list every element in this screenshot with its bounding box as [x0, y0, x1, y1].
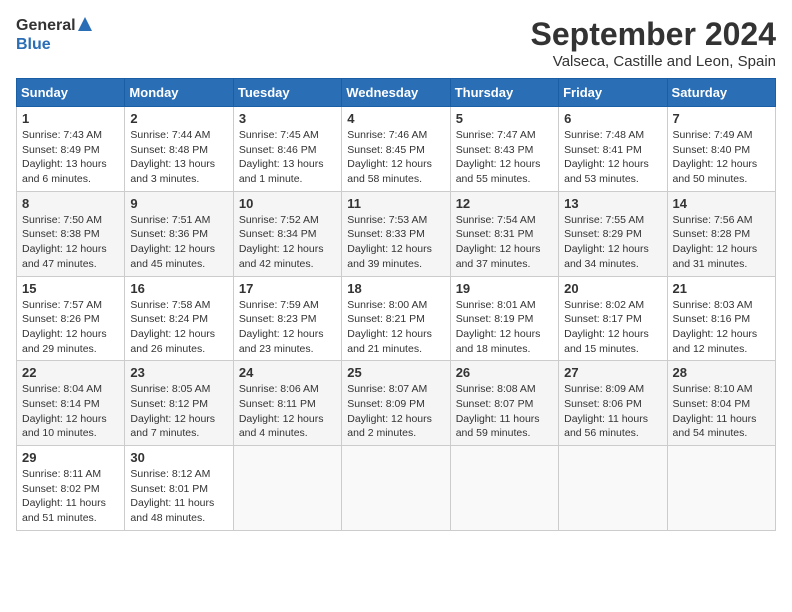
- day-cell-23: 23 Sunrise: 8:05 AMSunset: 8:12 PMDaylig…: [125, 361, 233, 446]
- day-cell-27: 27 Sunrise: 8:09 AMSunset: 8:06 PMDaylig…: [559, 361, 667, 446]
- day-cell-empty-5: [667, 446, 775, 531]
- day-cell-10: 10 Sunrise: 7:52 AMSunset: 8:34 PMDaylig…: [233, 191, 341, 276]
- week-row-1: 1 Sunrise: 7:43 AMSunset: 8:49 PMDayligh…: [17, 107, 776, 192]
- header-thursday: Thursday: [450, 79, 558, 107]
- day-cell-19: 19 Sunrise: 8:01 AMSunset: 8:19 PMDaylig…: [450, 276, 558, 361]
- day-cell-11: 11 Sunrise: 7:53 AMSunset: 8:33 PMDaylig…: [342, 191, 450, 276]
- day-cell-20: 20 Sunrise: 8:02 AMSunset: 8:17 PMDaylig…: [559, 276, 667, 361]
- week-row-3: 15 Sunrise: 7:57 AMSunset: 8:26 PMDaylig…: [17, 276, 776, 361]
- day-cell-5: 5 Sunrise: 7:47 AMSunset: 8:43 PMDayligh…: [450, 107, 558, 192]
- page-title: September 2024: [531, 16, 776, 53]
- week-row-5: 29 Sunrise: 8:11 AMSunset: 8:02 PMDaylig…: [17, 446, 776, 531]
- day-cell-2: 2 Sunrise: 7:44 AMSunset: 8:48 PMDayligh…: [125, 107, 233, 192]
- day-cell-12: 12 Sunrise: 7:54 AMSunset: 8:31 PMDaylig…: [450, 191, 558, 276]
- day-cell-25: 25 Sunrise: 8:07 AMSunset: 8:09 PMDaylig…: [342, 361, 450, 446]
- page-subtitle: Valseca, Castille and Leon, Spain: [531, 53, 776, 70]
- day-cell-24: 24 Sunrise: 8:06 AMSunset: 8:11 PMDaylig…: [233, 361, 341, 446]
- day-cell-7: 7 Sunrise: 7:49 AMSunset: 8:40 PMDayligh…: [667, 107, 775, 192]
- header-wednesday: Wednesday: [342, 79, 450, 107]
- logo-general: General: [16, 17, 76, 35]
- day-cell-13: 13 Sunrise: 7:55 AMSunset: 8:29 PMDaylig…: [559, 191, 667, 276]
- day-cell-17: 17 Sunrise: 7:59 AMSunset: 8:23 PMDaylig…: [233, 276, 341, 361]
- page-header: General Blue September 2024 Valseca, Cas…: [16, 16, 776, 70]
- day-cell-8: 8 Sunrise: 7:50 AMSunset: 8:38 PMDayligh…: [17, 191, 125, 276]
- day-cell-empty-1: [233, 446, 341, 531]
- calendar-table: Sunday Monday Tuesday Wednesday Thursday…: [16, 78, 776, 531]
- header-friday: Friday: [559, 79, 667, 107]
- day-cell-6: 6 Sunrise: 7:48 AMSunset: 8:41 PMDayligh…: [559, 107, 667, 192]
- day-cell-14: 14 Sunrise: 7:56 AMSunset: 8:28 PMDaylig…: [667, 191, 775, 276]
- day-cell-empty-4: [559, 446, 667, 531]
- day-cell-3: 3 Sunrise: 7:45 AMSunset: 8:46 PMDayligh…: [233, 107, 341, 192]
- day-cell-22: 22 Sunrise: 8:04 AMSunset: 8:14 PMDaylig…: [17, 361, 125, 446]
- day-cell-empty-2: [342, 446, 450, 531]
- day-cell-28: 28 Sunrise: 8:10 AMSunset: 8:04 PMDaylig…: [667, 361, 775, 446]
- logo-blue: Blue: [16, 36, 51, 54]
- logo: General Blue: [16, 16, 92, 53]
- day-cell-empty-3: [450, 446, 558, 531]
- title-block: September 2024 Valseca, Castille and Leo…: [531, 16, 776, 70]
- day-cell-9: 9 Sunrise: 7:51 AMSunset: 8:36 PMDayligh…: [125, 191, 233, 276]
- logo-triangle-icon: [78, 17, 92, 31]
- day-cell-15: 15 Sunrise: 7:57 AMSunset: 8:26 PMDaylig…: [17, 276, 125, 361]
- day-cell-30: 30 Sunrise: 8:12 AMSunset: 8:01 PMDaylig…: [125, 446, 233, 531]
- day-cell-18: 18 Sunrise: 8:00 AMSunset: 8:21 PMDaylig…: [342, 276, 450, 361]
- day-cell-4: 4 Sunrise: 7:46 AMSunset: 8:45 PMDayligh…: [342, 107, 450, 192]
- week-row-4: 22 Sunrise: 8:04 AMSunset: 8:14 PMDaylig…: [17, 361, 776, 446]
- day-cell-21: 21 Sunrise: 8:03 AMSunset: 8:16 PMDaylig…: [667, 276, 775, 361]
- header-monday: Monday: [125, 79, 233, 107]
- calendar-header-row: Sunday Monday Tuesday Wednesday Thursday…: [17, 79, 776, 107]
- week-row-2: 8 Sunrise: 7:50 AMSunset: 8:38 PMDayligh…: [17, 191, 776, 276]
- day-cell-16: 16 Sunrise: 7:58 AMSunset: 8:24 PMDaylig…: [125, 276, 233, 361]
- header-tuesday: Tuesday: [233, 79, 341, 107]
- header-sunday: Sunday: [17, 79, 125, 107]
- header-saturday: Saturday: [667, 79, 775, 107]
- day-cell-1: 1 Sunrise: 7:43 AMSunset: 8:49 PMDayligh…: [17, 107, 125, 192]
- day-cell-26: 26 Sunrise: 8:08 AMSunset: 8:07 PMDaylig…: [450, 361, 558, 446]
- day-cell-29: 29 Sunrise: 8:11 AMSunset: 8:02 PMDaylig…: [17, 446, 125, 531]
